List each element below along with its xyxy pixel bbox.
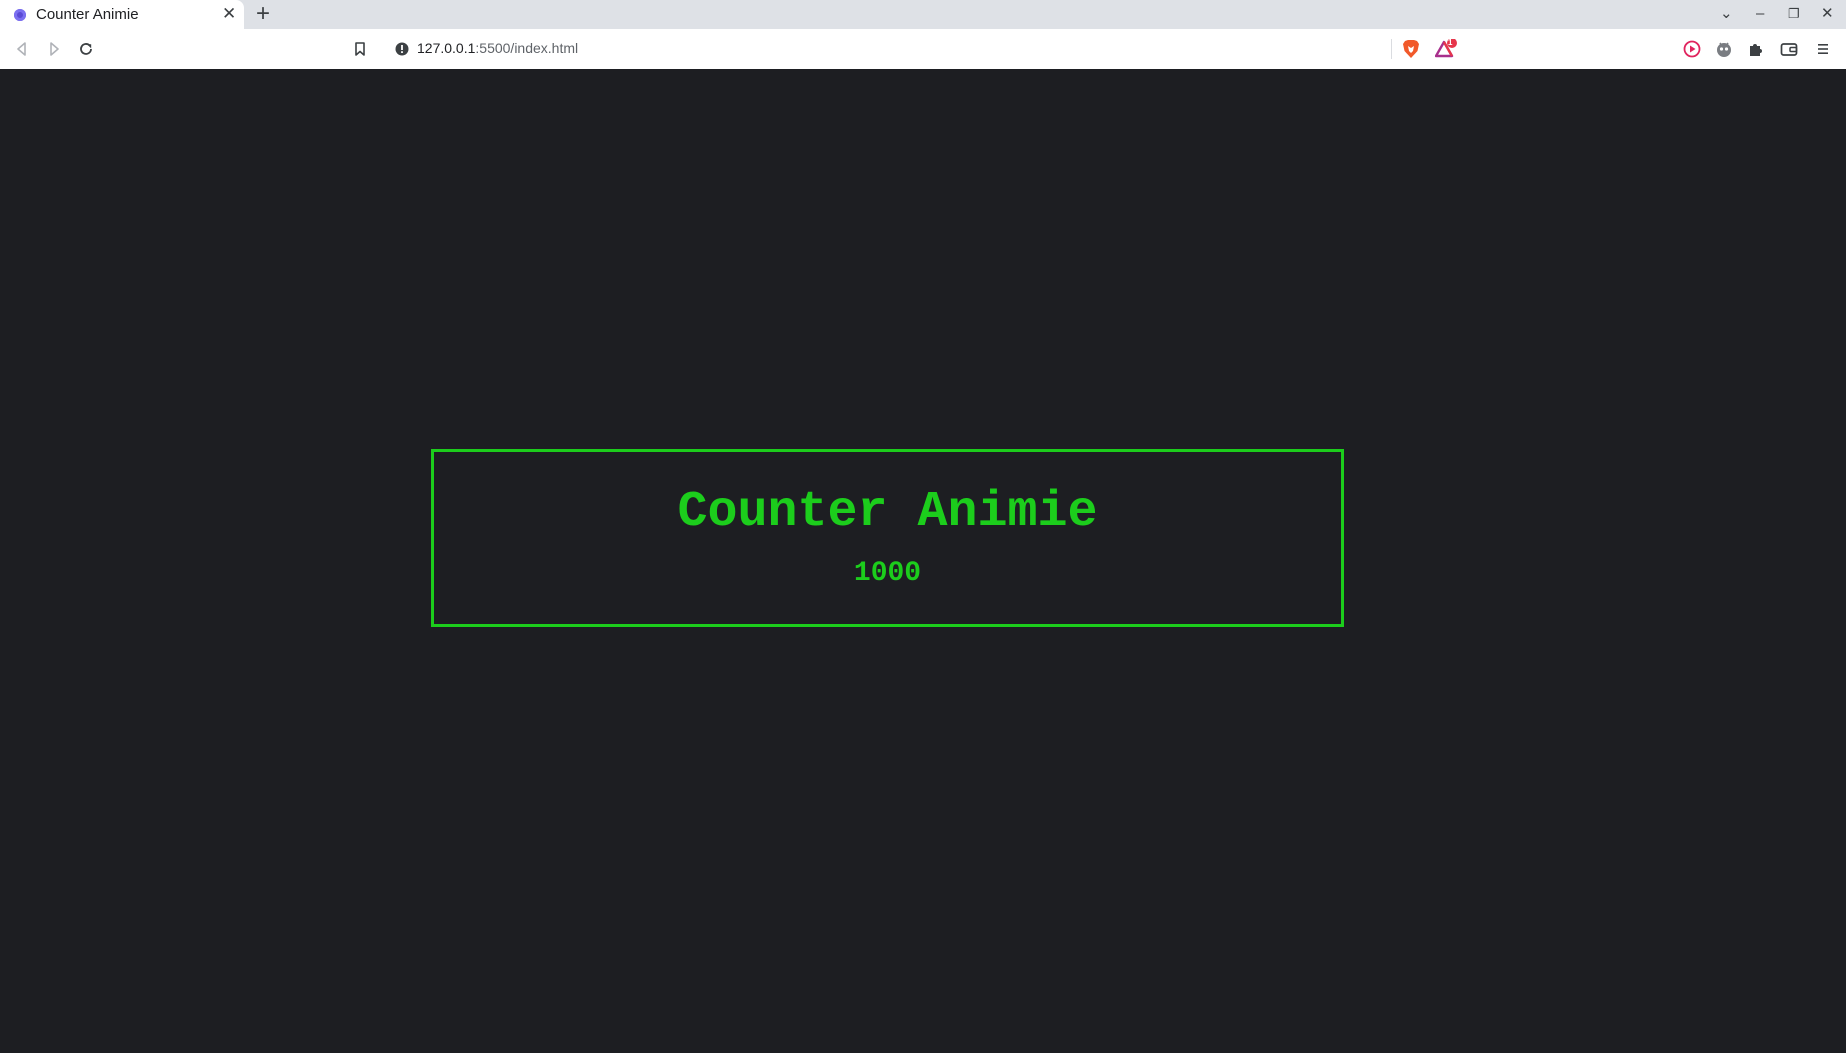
tab-search-icon[interactable]: ⌄ (1720, 4, 1733, 24)
counter-card: Counter Animie 1000 (431, 449, 1344, 627)
window-close-icon[interactable]: ✕ (1821, 4, 1834, 24)
bookmark-button[interactable] (348, 37, 372, 61)
reload-button[interactable] (74, 37, 98, 61)
puzzle-icon (1750, 44, 1762, 56)
restore-icon[interactable]: ❐ (1788, 4, 1800, 24)
back-arrow-icon (17, 42, 26, 56)
new-tab-button[interactable]: + (256, 1, 270, 27)
extension-avatar-button[interactable] (1712, 37, 1736, 61)
page-viewport: Counter Animie 1000 (0, 69, 1846, 1053)
tab-title: Counter Animie (36, 6, 139, 23)
extensions-button[interactable] (1744, 37, 1768, 61)
minimize-icon[interactable]: – (1756, 4, 1764, 24)
counter-value: 1000 (853, 558, 922, 589)
menu-button[interactable] (1811, 37, 1835, 61)
reload-icon (80, 43, 92, 55)
forward-button[interactable] (42, 37, 66, 61)
url-path: :5500/index.html (475, 40, 579, 56)
browser-toolbar: 127.0.0.1:5500/index.html 1 (0, 29, 1846, 70)
play-circle-icon (1683, 40, 1701, 58)
wallet-icon (1780, 43, 1798, 56)
rewards-triangle-icon (1435, 39, 1457, 58)
favicon-icon (14, 9, 26, 21)
url-host: 127.0.0.1 (417, 40, 476, 56)
url-text: 127.0.0.1:5500/index.html (417, 40, 578, 56)
extension-avatar-icon (1717, 42, 1731, 57)
wallet-button[interactable] (1777, 37, 1801, 61)
brave-lion-icon (1403, 40, 1419, 58)
forward-arrow-icon (50, 42, 59, 56)
address-bar[interactable]: 127.0.0.1:5500/index.html (384, 33, 1464, 64)
media-button[interactable] (1680, 37, 1704, 61)
tab-strip: Counter Animie ✕ + ⌄ – ❐ ✕ (0, 0, 1846, 29)
bookmark-icon (355, 42, 365, 56)
tab-close-icon[interactable]: ✕ (222, 4, 236, 24)
brave-shields-button[interactable] (1399, 37, 1423, 61)
browser-tab[interactable]: Counter Animie ✕ (0, 0, 244, 29)
rewards-button[interactable]: 1 (1434, 37, 1458, 61)
info-icon[interactable] (395, 42, 409, 56)
back-button[interactable] (10, 37, 34, 61)
page-title: Counter Animie (677, 484, 1098, 541)
toolbar-divider (1391, 39, 1392, 59)
rewards-badge: 1 (1448, 38, 1453, 47)
hamburger-menu-icon (1818, 44, 1828, 54)
